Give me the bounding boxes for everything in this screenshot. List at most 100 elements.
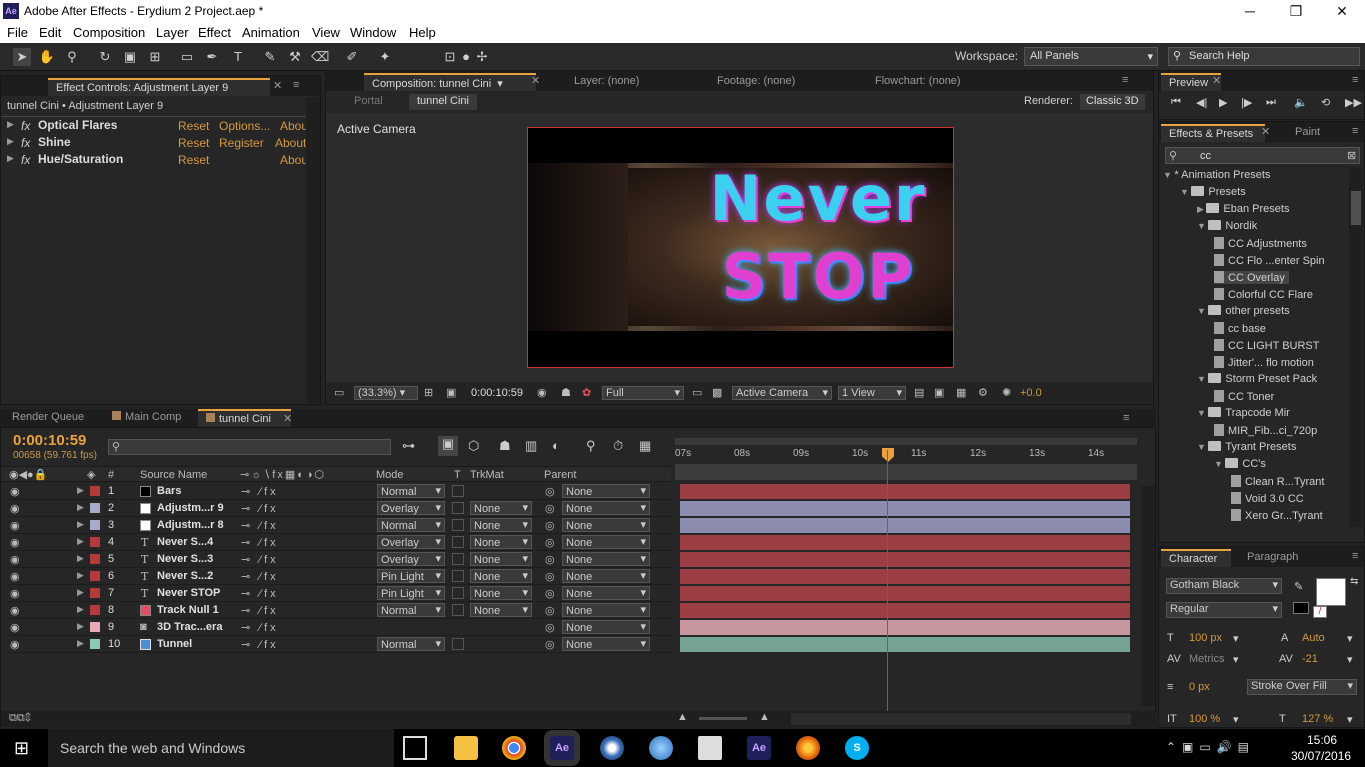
kerning-value[interactable]: Metrics: [1189, 653, 1224, 665]
globe-icon[interactable]: [649, 736, 673, 760]
expand-arrow-icon[interactable]: ▶: [1197, 204, 1206, 214]
scrollbar[interactable]: [1349, 167, 1363, 527]
time-navigator[interactable]: [675, 464, 1137, 480]
panel-menu-icon[interactable]: ≡: [1352, 550, 1358, 562]
eraser-tool-icon[interactable]: ⌫: [311, 48, 329, 66]
close-button[interactable]: ✕: [1319, 0, 1365, 23]
menu-help[interactable]: Help: [409, 25, 436, 40]
motion-blur-icon[interactable]: ◐: [552, 438, 560, 453]
zoom-select[interactable]: (33.3%) ▾: [354, 386, 418, 400]
file-explorer-icon[interactable]: [454, 736, 478, 760]
tab-effect-controls[interactable]: Effect Controls: Adjustment Layer 9: [48, 78, 270, 96]
layer-duration-bar[interactable]: [680, 552, 1130, 567]
tab-flowchart[interactable]: Flowchart: (none): [867, 73, 969, 91]
effect-about-link[interactable]: About: [275, 136, 306, 150]
tab-footage[interactable]: Footage: (none): [709, 73, 803, 91]
tab-tunnel-cini[interactable]: tunnel Cini: [198, 409, 291, 427]
minimize-button[interactable]: ─: [1227, 0, 1273, 23]
preset-item[interactable]: CC Overlay: [1214, 271, 1289, 284]
tab-render-queue[interactable]: Render Queue: [4, 409, 92, 427]
preset-folder[interactable]: ▼ CC's: [1214, 458, 1266, 470]
shy-layers-icon[interactable]: ☗: [499, 438, 511, 454]
expand-arrow-icon[interactable]: ▼: [1197, 442, 1208, 452]
effect-reset-link[interactable]: Reset: [178, 119, 209, 133]
viewer-timecode[interactable]: 0:00:10:59: [471, 387, 523, 399]
effect-register-link[interactable]: Register: [219, 136, 264, 150]
clock-time[interactable]: 15:06: [1307, 733, 1337, 747]
brainstorm-icon[interactable]: ⚲: [586, 438, 596, 454]
exposure-icon[interactable]: ✺: [1002, 386, 1011, 399]
exposure-value[interactable]: +0.0: [1020, 387, 1042, 399]
preset-item[interactable]: cc base: [1214, 322, 1266, 335]
expand-arrow-icon[interactable]: ▶: [7, 153, 14, 164]
auto-keyframe-icon[interactable]: ⏱: [613, 438, 623, 454]
effect-options-link[interactable]: Options...: [219, 119, 270, 133]
rotate-tool-icon[interactable]: ↻: [96, 48, 114, 66]
menu-file[interactable]: File: [7, 25, 28, 40]
menu-composition[interactable]: Composition: [73, 25, 145, 40]
stroke-width-value[interactable]: 0 px: [1189, 681, 1210, 693]
text-tool-icon[interactable]: T: [229, 48, 247, 66]
preset-item[interactable]: Jitter'... flo motion: [1214, 356, 1314, 369]
after-effects-icon[interactable]: Ae: [747, 736, 771, 760]
chrome-icon[interactable]: [502, 736, 526, 760]
fast-previews-icon[interactable]: ▣: [934, 386, 944, 399]
clock-date[interactable]: 30/07/2016: [1291, 749, 1351, 763]
effect-about-link[interactable]: Abou: [280, 119, 308, 133]
show-snapshot-icon[interactable]: ☗: [561, 386, 571, 399]
pen-tool-icon[interactable]: ✒: [203, 48, 221, 66]
safe-zones-icon[interactable]: ▣: [446, 386, 456, 399]
aspect-icon[interactable]: ⊞: [424, 386, 433, 399]
close-icon[interactable]: ✕: [1261, 125, 1270, 138]
panel-menu-icon[interactable]: ≡: [1352, 74, 1358, 86]
expand-arrow-icon[interactable]: ▶: [7, 136, 14, 147]
fx-icon[interactable]: fx: [21, 119, 30, 133]
menu-window[interactable]: Window: [350, 25, 396, 40]
after-effects-icon[interactable]: Ae: [550, 736, 574, 760]
skype-icon[interactable]: S: [845, 736, 869, 760]
flowchart-icon[interactable]: ⚙: [978, 386, 988, 399]
preset-folder[interactable]: ▶ Eban Presets: [1197, 203, 1289, 215]
layer-duration-bar[interactable]: [680, 518, 1130, 533]
font-style-select[interactable]: Regular ▾: [1166, 602, 1282, 618]
preset-item[interactable]: Xero Gr...Tyrant: [1231, 509, 1323, 522]
play-icon[interactable]: ▶: [1219, 96, 1227, 109]
renderer-button[interactable]: Classic 3D: [1080, 94, 1145, 110]
close-icon[interactable]: ✕: [1212, 74, 1221, 87]
windows-start-icon[interactable]: ⊞: [14, 738, 34, 758]
font-family-select[interactable]: Gotham Black ▾: [1166, 578, 1282, 594]
clear-search-icon[interactable]: ⊠: [1347, 149, 1356, 162]
selection-tool-icon[interactable]: ➤: [13, 48, 31, 66]
next-frame-icon[interactable]: |▶: [1241, 96, 1252, 109]
task-view-icon[interactable]: [403, 736, 427, 760]
comp-breadcrumb[interactable]: tunnel Cini: [409, 94, 477, 110]
font-size-value[interactable]: 100 px: [1189, 632, 1222, 644]
layer-duration-bar[interactable]: [680, 501, 1130, 516]
channel-icon[interactable]: ✿: [582, 386, 591, 399]
composition-frame[interactable]: Never STOP: [527, 127, 954, 368]
zoom-in-icon[interactable]: ▲: [759, 711, 770, 723]
layer-duration-bar[interactable]: [680, 484, 1130, 499]
layer-duration-bar[interactable]: [680, 637, 1130, 652]
effect-row[interactable]: ▶ fx Hue/Saturation Reset Abou: [7, 152, 308, 169]
expand-arrow-icon[interactable]: ▼: [1197, 408, 1208, 418]
live-update-icon[interactable]: ▣: [438, 436, 458, 456]
toggle-pixel-icon[interactable]: ▤: [914, 386, 924, 399]
timeline-timecode[interactable]: 0:00:10:59: [13, 432, 86, 449]
zoom-tool-icon[interactable]: ⚲: [63, 48, 81, 66]
layer-duration-bar[interactable]: [680, 603, 1130, 618]
first-frame-icon[interactable]: ⏮: [1171, 96, 1181, 109]
resolution-select[interactable]: Full ▾: [602, 386, 684, 400]
draft-3d-icon[interactable]: ⬡: [468, 438, 479, 454]
close-icon[interactable]: ✕: [273, 79, 282, 92]
menu-edit[interactable]: Edit: [39, 25, 61, 40]
view-axis-icon[interactable]: ✢: [473, 48, 491, 66]
preset-item[interactable]: Void 3.0 CC: [1231, 492, 1304, 505]
scrollbar[interactable]: [1141, 486, 1155, 706]
eyedropper-icon[interactable]: ✎: [1294, 580, 1303, 593]
taskbar-search-box[interactable]: Search the web and Windows: [48, 729, 394, 767]
layer-duration-bar[interactable]: [680, 535, 1130, 550]
horizontal-scrollbar[interactable]: [791, 713, 1131, 725]
clone-stamp-tool-icon[interactable]: ⚒: [286, 48, 304, 66]
expand-arrow-icon[interactable]: ▼: [1163, 170, 1174, 180]
